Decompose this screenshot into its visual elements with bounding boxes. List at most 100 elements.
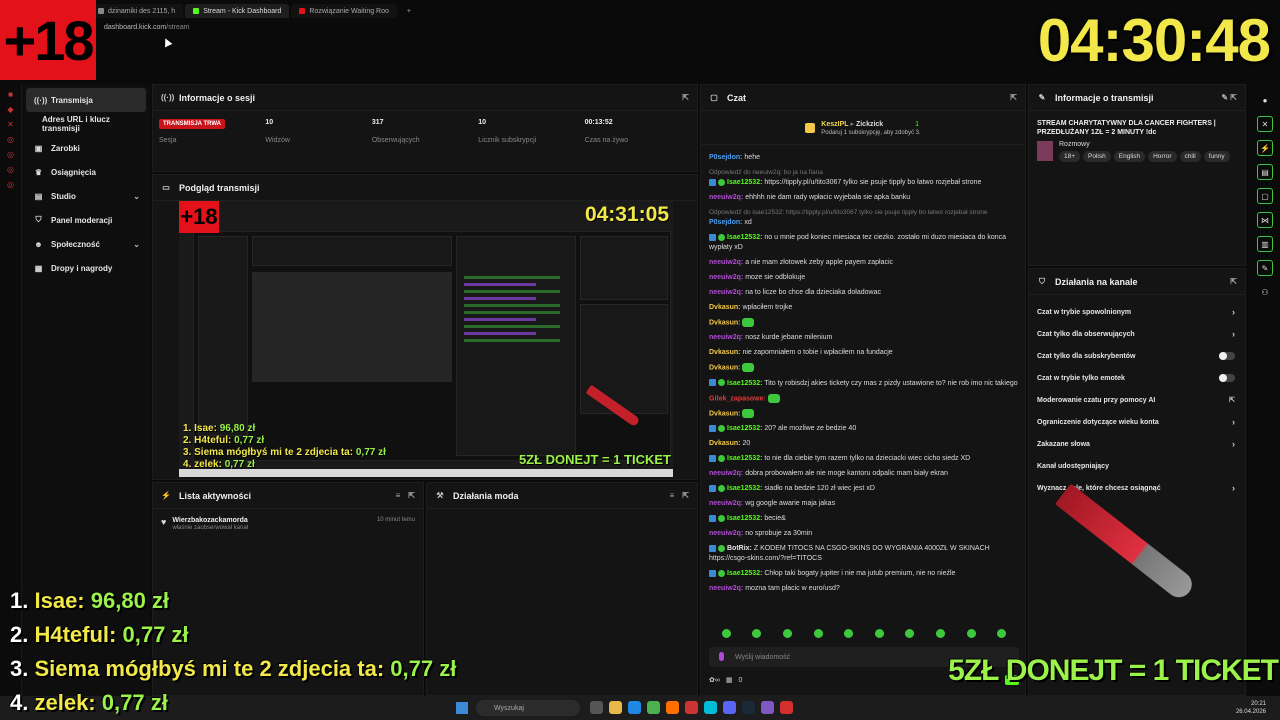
chat-message[interactable]: neeuiw2q: dobra probowałem ale nie moge … (709, 469, 1019, 479)
folder-icon[interactable] (609, 701, 622, 714)
quick-action-button[interactable]: ✕ (1257, 116, 1273, 132)
steam-icon[interactable] (742, 701, 755, 714)
chat-username[interactable]: P0sejdon: (709, 154, 742, 161)
chat-username[interactable]: Isae12532: (727, 485, 762, 492)
sidebar-item[interactable]: ▦ Dropy i nagrody (22, 256, 146, 280)
chat-username[interactable]: neeuiw2q: (709, 585, 743, 592)
chat-username[interactable]: Dvkasun: (709, 319, 741, 326)
chat-message[interactable]: Dvkasun: (709, 318, 1019, 328)
chat-message[interactable]: Isae12532: becie& (709, 514, 1019, 524)
chat-username[interactable]: neeuiw2q: (709, 334, 743, 341)
chat-message[interactable]: Dvkasun: wpłaciłem trojke (709, 303, 1019, 313)
app-icon[interactable] (590, 701, 603, 714)
app-icon[interactable] (704, 701, 717, 714)
chat-message[interactable]: BotRix: Z KODEM TITOCS NA CSGO-SKINS DO … (709, 544, 1019, 564)
chat-username[interactable]: Dvkasun: (709, 410, 741, 417)
sidebar-item[interactable]: ☻ Społeczność ⌄ (22, 232, 146, 256)
quick-action-button[interactable]: ⋈ (1257, 212, 1273, 228)
emote-icon[interactable] (782, 629, 792, 638)
chat-username[interactable]: Dvkasun: (709, 349, 741, 356)
popout-icon[interactable]: ⇱ (408, 491, 415, 500)
address-bar[interactable]: dashboard.kick.com/stream (104, 24, 190, 31)
taskbar-search[interactable]: Wyszukaj (476, 700, 580, 716)
emote-icon[interactable] (966, 629, 976, 638)
chat-message[interactable]: neeuiw2q: ehhhh nie dam rady wpłacic wyj… (709, 193, 1019, 203)
chat-message[interactable]: Dvkasun: (709, 409, 1019, 419)
activity-item[interactable]: ♥ Wierzbakozackamorda właśnie zaobserwował… (153, 509, 423, 539)
chat-username[interactable]: neeuiw2q: (709, 259, 743, 266)
toggle-switch[interactable] (1219, 374, 1235, 382)
app-icon[interactable] (666, 701, 679, 714)
chat-message[interactable]: Dvkasun: 20 (709, 439, 1019, 449)
browser-tab[interactable]: Rozwiązanie Waiting Roo (291, 4, 397, 18)
stream-tag[interactable]: 18+ (1059, 151, 1081, 162)
chat-message[interactable]: neeuiw2q: na to licze bo chce dla dzieci… (709, 288, 1019, 298)
channel-action-item[interactable]: Ograniczenie dotyczące wieku konta › (1029, 411, 1245, 433)
chat-message[interactable]: Odpowiedź do neeuiw2q: bo ja na fiana Isa… (709, 168, 1019, 188)
chat-username[interactable]: neeuiw2q: (709, 194, 743, 201)
filter-icon[interactable]: ≡ (670, 491, 675, 500)
stream-preview-video[interactable]: +18 04:31:05 1. Isae: 96,80 zł 2. H4teful… (179, 201, 673, 477)
app-icon[interactable] (780, 701, 793, 714)
chat-username[interactable]: Dvkasun: (709, 440, 741, 447)
browser-tab[interactable]: dzinamiki des 2115, h (90, 4, 184, 18)
quick-action-button[interactable]: ⚡ (1257, 140, 1273, 156)
rail-icon[interactable]: ◆ (7, 106, 15, 114)
channel-action-item[interactable]: Moderowanie czatu przy pomocy AI ⇱ (1029, 389, 1245, 411)
chat-message[interactable]: neeuiw2q: nosz kurde jebane milenium (709, 333, 1019, 343)
emote-icon[interactable] (721, 629, 731, 638)
chat-username[interactable]: Gitek_zapasowe: (709, 395, 766, 402)
chat-message[interactable]: neeuiw2q: wg google awarie maja jakas (709, 499, 1019, 509)
popout-icon[interactable]: ⇱ (682, 491, 689, 500)
channel-action-item[interactable]: Czat tylko dla subskrybentów (1029, 345, 1245, 367)
popout-icon[interactable]: ⇱ (682, 93, 689, 102)
chat-message[interactable]: Gitek_zapasowe: (709, 393, 1019, 404)
twitter-icon[interactable]: ✕ (7, 121, 15, 129)
chat-message[interactable]: neeuiw2q: a nie mam złotowek zeby apple … (709, 258, 1019, 268)
chat-message[interactable]: Isae12532: to nie dla ciebie tym razem t… (709, 454, 1019, 464)
chat-username[interactable]: Isae12532: (727, 179, 762, 186)
chat-username[interactable]: Dvkasun: (709, 304, 741, 311)
rail-icon[interactable]: ◎ (7, 136, 15, 144)
channel-action-item[interactable]: Czat tylko dla obserwujących › (1029, 323, 1245, 345)
chrome-icon[interactable] (647, 701, 660, 714)
channel-action-item[interactable]: Kanał udostępniający (1029, 455, 1245, 477)
quick-action-button[interactable]: ▢ (1257, 188, 1273, 204)
points-icon[interactable]: ✿∞ (709, 676, 720, 684)
channel-action-item[interactable]: Czat w trybie tylko emotek (1029, 367, 1245, 389)
sidebar-item[interactable]: ⛉ Panel moderacji (22, 208, 146, 232)
stream-tag[interactable]: Horror (1148, 151, 1177, 162)
chat-message[interactable]: Isae12532: 20? ale mozliwe ze bedzie 40 (709, 424, 1019, 434)
channel-action-item[interactable]: Zakazane słowa › (1029, 433, 1245, 455)
chat-message[interactable]: neeuiw2q: mozna tam płacic w euro/usd? (709, 584, 1019, 594)
quick-action-button[interactable]: ✎ (1257, 260, 1273, 276)
app-icon[interactable] (761, 701, 774, 714)
chat-message[interactable]: Isae12532: Chłop taki bogaty jupiter i n… (709, 569, 1019, 579)
mic-icon[interactable] (719, 652, 724, 661)
emote-icon[interactable] (813, 629, 823, 638)
info-icon[interactable]: ● (1257, 92, 1273, 108)
chat-username[interactable]: neeuiw2q: (709, 530, 743, 537)
rail-icon[interactable]: ◎ (7, 166, 15, 174)
new-tab-button[interactable]: + (399, 4, 419, 18)
discord-icon[interactable] (723, 701, 736, 714)
popout-icon[interactable]: ⇱ (1010, 93, 1017, 102)
toggle-switch[interactable] (1219, 352, 1235, 360)
chat-username[interactable]: Dvkasun: (709, 365, 741, 372)
filter-icon[interactable]: ≡ (396, 491, 401, 500)
quick-action-button[interactable]: ▥ (1257, 236, 1273, 252)
pinned-gift-banner[interactable]: KeszIPL ▸ Zickzick 1 Podaruj 1 subskrypc… (701, 111, 1025, 145)
chat-username[interactable]: Isae12532: (727, 515, 762, 522)
stream-tag[interactable]: funny (1203, 151, 1230, 162)
emote-icon[interactable] (874, 629, 884, 638)
edit-icon[interactable]: ✎ ⇱ (1221, 93, 1237, 102)
sidebar-item[interactable]: ▣ Zarobki (22, 136, 146, 160)
chat-users-icon[interactable]: ▦ (726, 676, 733, 684)
chat-username[interactable]: neeuiw2q: (709, 470, 743, 477)
stream-tag[interactable]: chill (1179, 151, 1201, 162)
rail-icon[interactable]: ◎ (7, 181, 15, 189)
channel-action-item[interactable]: Czat w trybie spowolnionym › (1029, 301, 1245, 323)
chat-username[interactable]: Isae12532: (727, 455, 762, 462)
chat-username[interactable]: P0sejdon: (709, 219, 742, 226)
chat-username[interactable]: Isae12532: (727, 570, 762, 577)
